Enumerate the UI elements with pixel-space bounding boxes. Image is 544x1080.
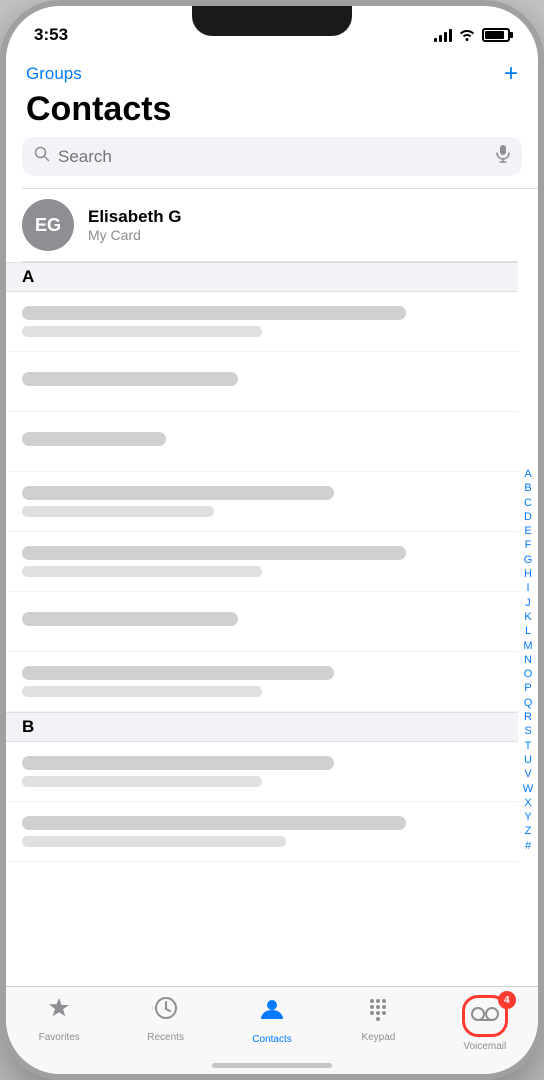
favorites-icon [46, 995, 72, 1028]
alpha-m[interactable]: M [523, 639, 532, 653]
alphabet-index[interactable]: A B C D E F G H I J K L M N O P Q R S T [518, 189, 538, 1074]
section-header-a: A [6, 262, 518, 292]
contact-list-b [6, 742, 518, 862]
alpha-w[interactable]: W [523, 782, 533, 796]
section-header-b: B [6, 712, 518, 742]
alpha-c[interactable]: C [524, 496, 532, 510]
voicemail-label: Voicemail [463, 1041, 506, 1052]
mic-icon[interactable] [496, 145, 510, 168]
alpha-t[interactable]: T [525, 739, 532, 753]
nav-bar: Groups + [6, 56, 538, 90]
groups-button[interactable]: Groups [26, 64, 82, 84]
page-title: Contacts [6, 90, 538, 137]
search-bar[interactable] [22, 137, 522, 176]
phone-frame: 3:53 Groups + [0, 0, 544, 1080]
favorites-label: Favorites [39, 1032, 80, 1043]
my-card[interactable]: EG Elisabeth G My Card [6, 189, 518, 261]
list-item[interactable] [6, 532, 518, 592]
contact-detail-blur [22, 776, 262, 787]
battery-icon [482, 28, 510, 42]
avatar: EG [22, 199, 74, 251]
contact-name-blur [22, 546, 406, 560]
keypad-label: Keypad [361, 1032, 395, 1043]
list-item[interactable] [6, 742, 518, 802]
list-item[interactable] [6, 652, 518, 712]
home-indicator [212, 1063, 332, 1068]
screen: 3:53 Groups + [6, 6, 538, 1074]
search-input[interactable] [58, 147, 488, 167]
contact-name-blur [22, 486, 334, 500]
contact-list-a [6, 292, 518, 712]
list-item[interactable] [6, 352, 518, 412]
alpha-y[interactable]: Y [524, 810, 531, 824]
alpha-hash[interactable]: # [525, 839, 531, 853]
contacts-label: Contacts [252, 1034, 291, 1045]
contact-name-blur [22, 306, 406, 320]
alpha-r[interactable]: R [524, 710, 532, 724]
keypad-icon [365, 995, 391, 1028]
contact-detail-blur [22, 566, 262, 577]
contact-name-blur [22, 372, 238, 386]
voicemail-badge: 4 [498, 991, 516, 1009]
alpha-a[interactable]: A [524, 467, 531, 481]
alpha-x[interactable]: X [524, 796, 531, 810]
alpha-q[interactable]: Q [524, 696, 533, 710]
notch [192, 6, 352, 36]
alpha-h[interactable]: H [524, 567, 532, 581]
signal-icon [434, 28, 452, 42]
tab-keypad[interactable]: Keypad [325, 995, 431, 1043]
alpha-j[interactable]: J [525, 596, 531, 610]
contact-name-blur [22, 666, 334, 680]
alpha-n[interactable]: N [524, 653, 532, 667]
my-card-label: My Card [88, 227, 502, 243]
my-card-name: Elisabeth G [88, 207, 502, 227]
recents-label: Recents [147, 1032, 184, 1043]
list-item[interactable] [6, 472, 518, 532]
voicemail-icon [471, 1002, 499, 1029]
alpha-u[interactable]: U [524, 753, 532, 767]
contact-detail-blur [22, 326, 262, 337]
alpha-k[interactable]: K [524, 610, 531, 624]
list-item[interactable] [6, 412, 518, 472]
list-item[interactable] [6, 802, 518, 862]
tab-recents[interactable]: Recents [112, 995, 218, 1043]
alpha-d[interactable]: D [524, 510, 532, 524]
contact-name-blur [22, 756, 334, 770]
tab-bar: Favorites Recents [6, 986, 538, 1074]
search-icon [34, 146, 50, 167]
contacts-area: EG Elisabeth G My Card A [6, 189, 538, 862]
contact-name-blur [22, 816, 406, 830]
alpha-z[interactable]: Z [525, 824, 532, 838]
contacts-icon [258, 995, 286, 1030]
contact-detail-blur [22, 836, 286, 847]
tab-favorites[interactable]: Favorites [6, 995, 112, 1043]
contact-detail-blur [22, 686, 262, 697]
alpha-p[interactable]: P [524, 681, 531, 695]
alpha-f[interactable]: F [525, 538, 532, 552]
alpha-o[interactable]: O [524, 667, 533, 681]
add-contact-button[interactable]: + [504, 62, 518, 86]
alpha-b[interactable]: B [524, 481, 531, 495]
recents-icon [153, 995, 179, 1028]
voicemail-wrapper: 4 [462, 995, 508, 1037]
status-icons [434, 27, 510, 44]
contact-name-blur [22, 432, 166, 446]
contact-detail-blur [22, 506, 214, 517]
alpha-g[interactable]: G [524, 553, 533, 567]
alpha-e[interactable]: E [524, 524, 531, 538]
list-item[interactable] [6, 592, 518, 652]
alpha-l[interactable]: L [525, 624, 531, 638]
wifi-icon [458, 27, 476, 44]
my-card-info: Elisabeth G My Card [88, 207, 502, 243]
alpha-s[interactable]: S [524, 724, 531, 738]
main-scroll: EG Elisabeth G My Card A [6, 189, 538, 1074]
list-item[interactable] [6, 292, 518, 352]
tab-contacts[interactable]: Contacts [219, 995, 325, 1045]
alpha-v[interactable]: V [524, 767, 531, 781]
alpha-i[interactable]: I [526, 581, 529, 595]
status-time: 3:53 [34, 25, 68, 45]
contact-name-blur [22, 612, 238, 626]
